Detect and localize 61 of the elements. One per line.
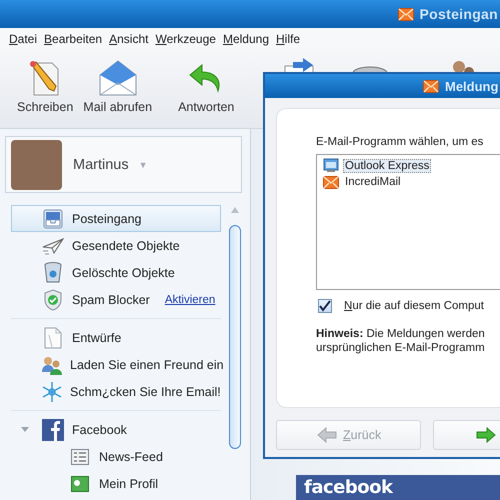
folder-item[interactable]: News-Feed	[11, 443, 221, 470]
dialog-title: Meldung	[445, 78, 498, 94]
folder-label: Entwürfe	[72, 330, 122, 344]
program-item[interactable]: IncrediMail	[323, 175, 500, 189]
menu-item[interactable]: Werkzeuge	[155, 32, 216, 46]
activate-link[interactable]: Aktivieren	[164, 294, 216, 306]
paper-plane-icon	[42, 236, 64, 254]
prompt-text: E-Mail-Programm wählen, um es	[316, 136, 484, 148]
checkbox-label[interactable]: Nur die auf diesem Comput	[344, 300, 484, 312]
menu-item[interactable]: Meldung	[222, 32, 269, 46]
envelope-icon	[398, 8, 414, 20]
menu-item[interactable]: Hilfe	[276, 32, 300, 46]
folder-item[interactable]: Facebook	[11, 416, 221, 443]
folder-label: Gelöschte Objekte	[72, 266, 175, 280]
envelope-icon	[98, 59, 138, 97]
folder-item[interactable]: Mein Profil	[11, 470, 221, 497]
list-icon	[71, 448, 89, 464]
menu-item[interactable]: Bearbeiten	[44, 32, 102, 46]
folder-label: Spam Blocker	[72, 292, 150, 306]
toolbar-button[interactable]: Schreiben	[17, 48, 74, 128]
trash-bin-icon	[43, 262, 63, 284]
folder-label: Schm¿cken Sie Ihre Email!	[70, 384, 221, 398]
left-arrow-icon	[317, 427, 337, 443]
program-list[interactable]: Outlook Express IncrediMail	[316, 154, 500, 290]
facebook-logo-icon	[42, 418, 64, 440]
folder-label: News-Feed	[99, 450, 163, 464]
computer-icon	[323, 158, 339, 173]
folder-item[interactable]: Gesendete Objekte	[11, 232, 221, 259]
avatar-photo-placeholder	[11, 140, 62, 190]
folder-label: Mein Profil	[99, 476, 158, 490]
folder-label: Posteingang	[72, 212, 142, 226]
folder-item[interactable]: Gelöschte Objekte	[11, 259, 221, 286]
people-icon	[41, 354, 63, 374]
expand-arrow-icon[interactable]	[21, 427, 29, 432]
document-icon	[44, 326, 62, 348]
toolbar-button[interactable]: Mail abrufen	[83, 48, 152, 128]
folder-item[interactable]: Laden Sie einen Freund ein	[11, 351, 221, 378]
snowflake-icon	[41, 380, 63, 402]
folder-item[interactable]: Entwürfe	[11, 324, 221, 351]
folder-item[interactable]: Schm¿cken Sie Ihre Email!	[11, 378, 221, 405]
checkbox[interactable]	[318, 299, 332, 313]
envelope-icon	[323, 176, 339, 188]
folder-item[interactable]: Posteingang	[11, 205, 221, 232]
menu-item[interactable]: Ansicht	[109, 32, 148, 46]
profile-card-icon	[71, 476, 89, 492]
window-title: Posteingan	[420, 6, 498, 22]
shield-icon	[43, 288, 63, 310]
folder-label: Laden Sie einen Freund ein	[70, 358, 224, 372]
folder-label: Facebook	[72, 422, 127, 436]
menu-item[interactable]: Datei	[9, 32, 38, 46]
toolbar-button[interactable]: Antworten	[178, 48, 234, 128]
profile-name[interactable]: Martinus	[73, 156, 129, 172]
folder-item[interactable]: Spam Blocker Aktivieren	[11, 286, 221, 313]
folder-label: Gesendete Objekte	[72, 238, 180, 252]
program-item[interactable]: Outlook Express	[323, 158, 500, 173]
envelope-icon	[423, 80, 439, 92]
facebook-wordmark: facebook	[304, 477, 392, 498]
inbox-tray-icon	[42, 208, 64, 228]
next-button[interactable]	[433, 420, 500, 450]
right-arrow-icon	[476, 427, 496, 443]
note-text: Hinweis: Die Meldungen werden ursprünglichen E-Mail-Programm	[316, 327, 486, 355]
